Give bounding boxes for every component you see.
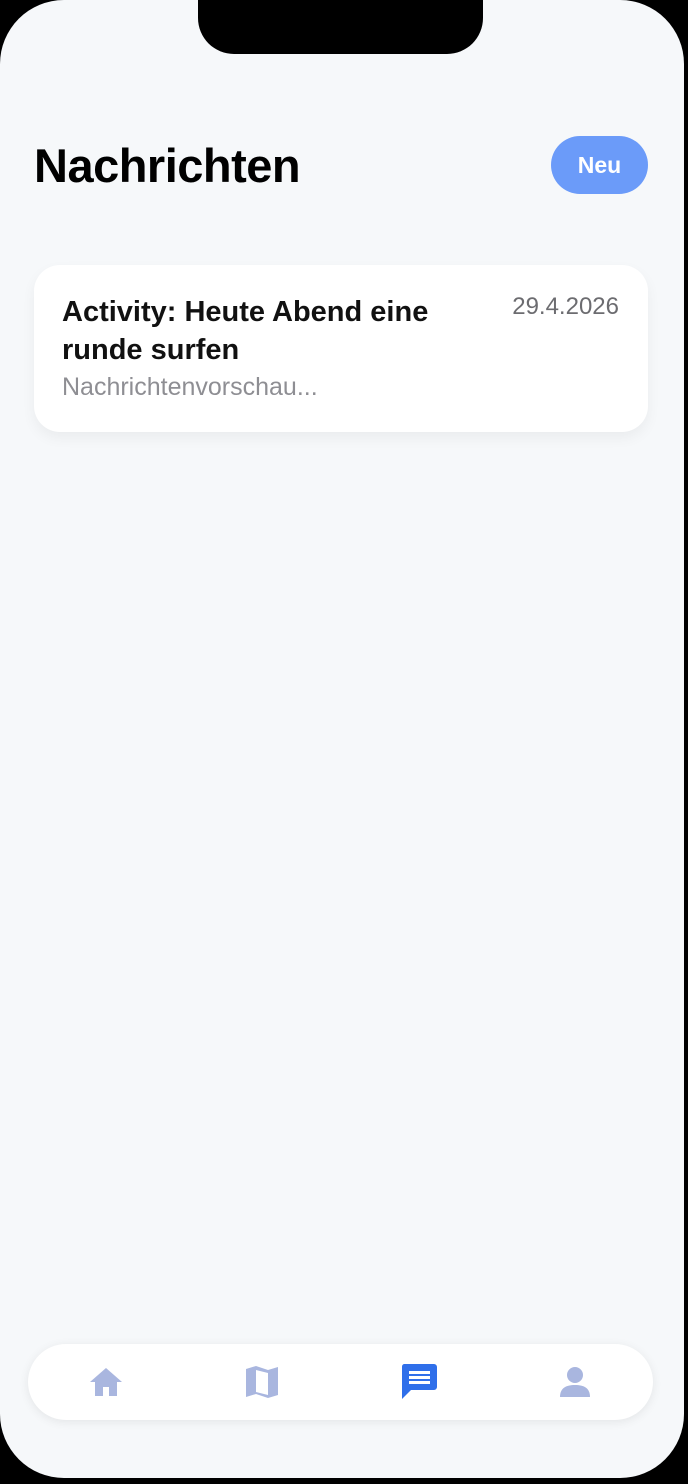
- person-icon: [560, 1367, 590, 1397]
- page-title: Nachrichten: [34, 139, 301, 192]
- app-screen: Nachrichten Neu Activity: Heute Abend ei…: [0, 0, 684, 1478]
- message-date: 29.4.2026: [512, 293, 619, 320]
- home-icon: [90, 1368, 122, 1396]
- tab-home[interactable]: [66, 1344, 146, 1420]
- new-message-button[interactable]: Neu: [551, 136, 648, 194]
- tab-messages[interactable]: [379, 1344, 459, 1420]
- message-preview: Nachrichtenvorschau...: [62, 373, 318, 401]
- tab-map[interactable]: [222, 1344, 302, 1420]
- tab-profile[interactable]: [535, 1344, 615, 1420]
- message-title: Activity: Heute Abend eine runde surfen: [62, 296, 429, 366]
- bottom-tab-bar: [28, 1344, 653, 1420]
- map-icon: [246, 1366, 278, 1398]
- message-list-item[interactable]: Activity: Heute Abend eine runde surfen …: [34, 265, 648, 432]
- device-notch: [198, 0, 483, 54]
- chat-icon: [401, 1364, 437, 1399]
